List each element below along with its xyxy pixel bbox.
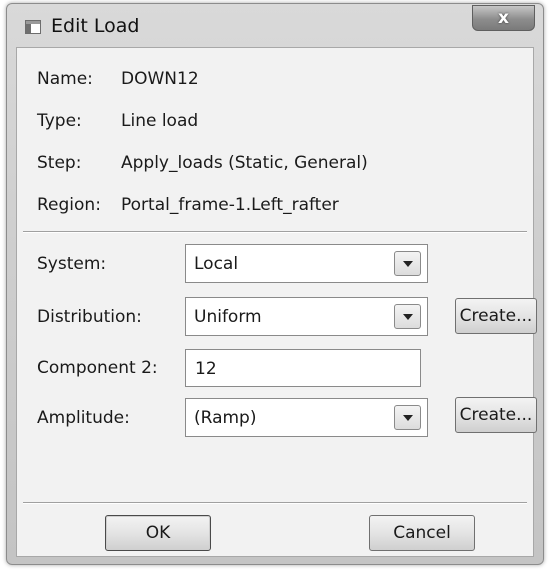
- region-row: Region: Portal_frame-1.Left_rafter: [37, 195, 339, 215]
- step-value: Apply_loads (Static, General): [121, 153, 368, 173]
- amplitude-value: (Ramp): [194, 408, 257, 428]
- component-2-value: 12: [195, 359, 217, 379]
- chevron-down-icon[interactable]: [394, 304, 421, 329]
- name-label: Name:: [37, 69, 93, 89]
- dialog-title: Edit Load: [51, 15, 140, 37]
- distribution-label: Distribution:: [37, 307, 142, 327]
- amplitude-create-button[interactable]: Create...: [455, 397, 537, 433]
- system-value: Local: [194, 254, 239, 274]
- system-label: System:: [37, 254, 107, 274]
- edit-load-dialog: Edit Load x Name: DOWN12 Type: Line load…: [6, 3, 544, 565]
- region-value: Portal_frame-1.Left_rafter: [121, 195, 339, 215]
- type-value: Line load: [121, 111, 199, 131]
- separator-top: [23, 231, 527, 233]
- window-app-icon: [25, 20, 41, 34]
- amplitude-select[interactable]: (Ramp): [185, 398, 428, 437]
- ok-button[interactable]: OK: [105, 515, 211, 551]
- type-row: Type: Line load: [37, 111, 198, 131]
- component-2-input[interactable]: 12: [185, 349, 421, 387]
- close-icon: x: [498, 8, 509, 28]
- chevron-down-icon[interactable]: [394, 405, 421, 430]
- name-row: Name: DOWN12: [37, 69, 199, 89]
- component-label: Component 2:: [37, 358, 158, 378]
- close-button[interactable]: x: [472, 5, 535, 31]
- chevron-down-icon[interactable]: [394, 251, 421, 276]
- step-label: Step:: [37, 153, 82, 173]
- step-row: Step: Apply_loads (Static, General): [37, 153, 368, 173]
- region-label: Region:: [37, 195, 101, 215]
- distribution-select[interactable]: Uniform: [185, 297, 428, 336]
- type-label: Type:: [37, 111, 82, 131]
- cancel-button[interactable]: Cancel: [369, 515, 475, 551]
- dialog-body: Name: DOWN12 Type: Line load Step: Apply…: [16, 47, 537, 557]
- system-select[interactable]: Local: [185, 244, 428, 283]
- distribution-value: Uniform: [194, 307, 262, 327]
- separator-bottom: [23, 502, 527, 504]
- title-bar[interactable]: Edit Load x: [7, 4, 543, 48]
- name-value: DOWN12: [121, 69, 199, 89]
- distribution-create-button[interactable]: Create...: [455, 298, 537, 334]
- amplitude-label: Amplitude:: [37, 408, 130, 428]
